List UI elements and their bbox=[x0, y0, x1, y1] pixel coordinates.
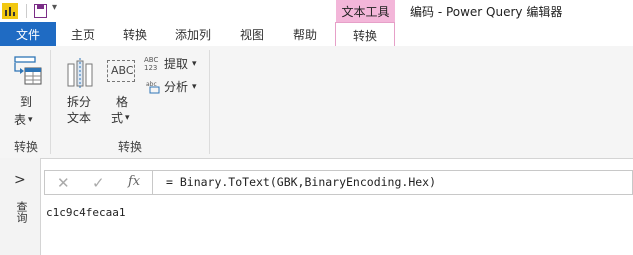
format-label-2: 式 bbox=[111, 111, 124, 125]
parse-label: 分析 bbox=[164, 80, 189, 94]
format-icon: ABC bbox=[107, 60, 135, 82]
parse-button[interactable]: abc 分析 ▾ bbox=[144, 79, 204, 97]
commit-icon[interactable]: ✓ bbox=[92, 174, 105, 192]
chevron-down-icon: ▾ bbox=[192, 82, 197, 92]
formula-bar-divider bbox=[152, 171, 153, 194]
tab-text-transform[interactable]: 转换 bbox=[335, 22, 395, 47]
split-text-label-2: 文本 bbox=[66, 111, 91, 125]
tab-help[interactable]: 帮助 bbox=[288, 22, 322, 46]
group-divider bbox=[50, 50, 51, 154]
extract-button[interactable]: ABC 123 提取 ▾ bbox=[144, 56, 204, 74]
expand-queries-icon[interactable]: > bbox=[14, 172, 26, 188]
tab-add-column[interactable]: 添加列 bbox=[170, 22, 216, 46]
qat-divider bbox=[26, 4, 27, 18]
extract-label: 提取 bbox=[164, 57, 189, 71]
save-icon[interactable] bbox=[34, 4, 47, 18]
powerbi-logo-icon bbox=[2, 3, 18, 19]
queries-pane-label: 查询 bbox=[15, 201, 28, 223]
chevron-down-icon: ▾ bbox=[192, 59, 197, 69]
split-column-icon bbox=[67, 58, 93, 88]
parse-icon: abc bbox=[146, 81, 160, 94]
window-title: 编码 - Power Query 编辑器 bbox=[410, 5, 563, 19]
context-tab-text-tools: 文本工具 bbox=[336, 0, 395, 22]
tab-transform[interactable]: 转换 bbox=[118, 22, 152, 46]
split-text-label-1: 拆分 bbox=[66, 95, 91, 109]
chevron-down-icon: ▾ bbox=[125, 113, 130, 123]
to-table-label-1: 到 bbox=[19, 95, 32, 109]
formula-input[interactable]: = Binary.ToText(GBK,BinaryEncoding.Hex) bbox=[166, 175, 436, 189]
tab-home[interactable]: 主页 bbox=[66, 22, 100, 46]
format-button[interactable]: ABC 格 式 ▾ bbox=[103, 52, 141, 132]
to-table-label-2: 表 bbox=[14, 113, 27, 127]
tab-file[interactable]: 文件 bbox=[0, 22, 56, 46]
to-table-icon bbox=[14, 56, 42, 85]
result-value[interactable]: c1c9c4fecaa1 bbox=[46, 206, 125, 219]
fx-icon[interactable]: fx bbox=[128, 174, 140, 189]
cancel-icon[interactable]: ✕ bbox=[57, 174, 70, 192]
group-label-transform-1: 转换 bbox=[14, 140, 39, 154]
group-label-transform-2: 转换 bbox=[118, 140, 143, 154]
format-label-1: 格 bbox=[115, 95, 128, 109]
split-text-button[interactable]: 拆分 文本 bbox=[60, 52, 98, 132]
extract-icon: ABC 123 bbox=[144, 56, 159, 72]
qat-customize-icon[interactable]: ▾ bbox=[52, 2, 57, 13]
chevron-down-icon: ▾ bbox=[28, 115, 33, 125]
group-divider bbox=[209, 50, 210, 154]
to-table-button[interactable]: 到 表 ▾ bbox=[8, 52, 44, 132]
tab-view[interactable]: 视图 bbox=[235, 22, 269, 46]
